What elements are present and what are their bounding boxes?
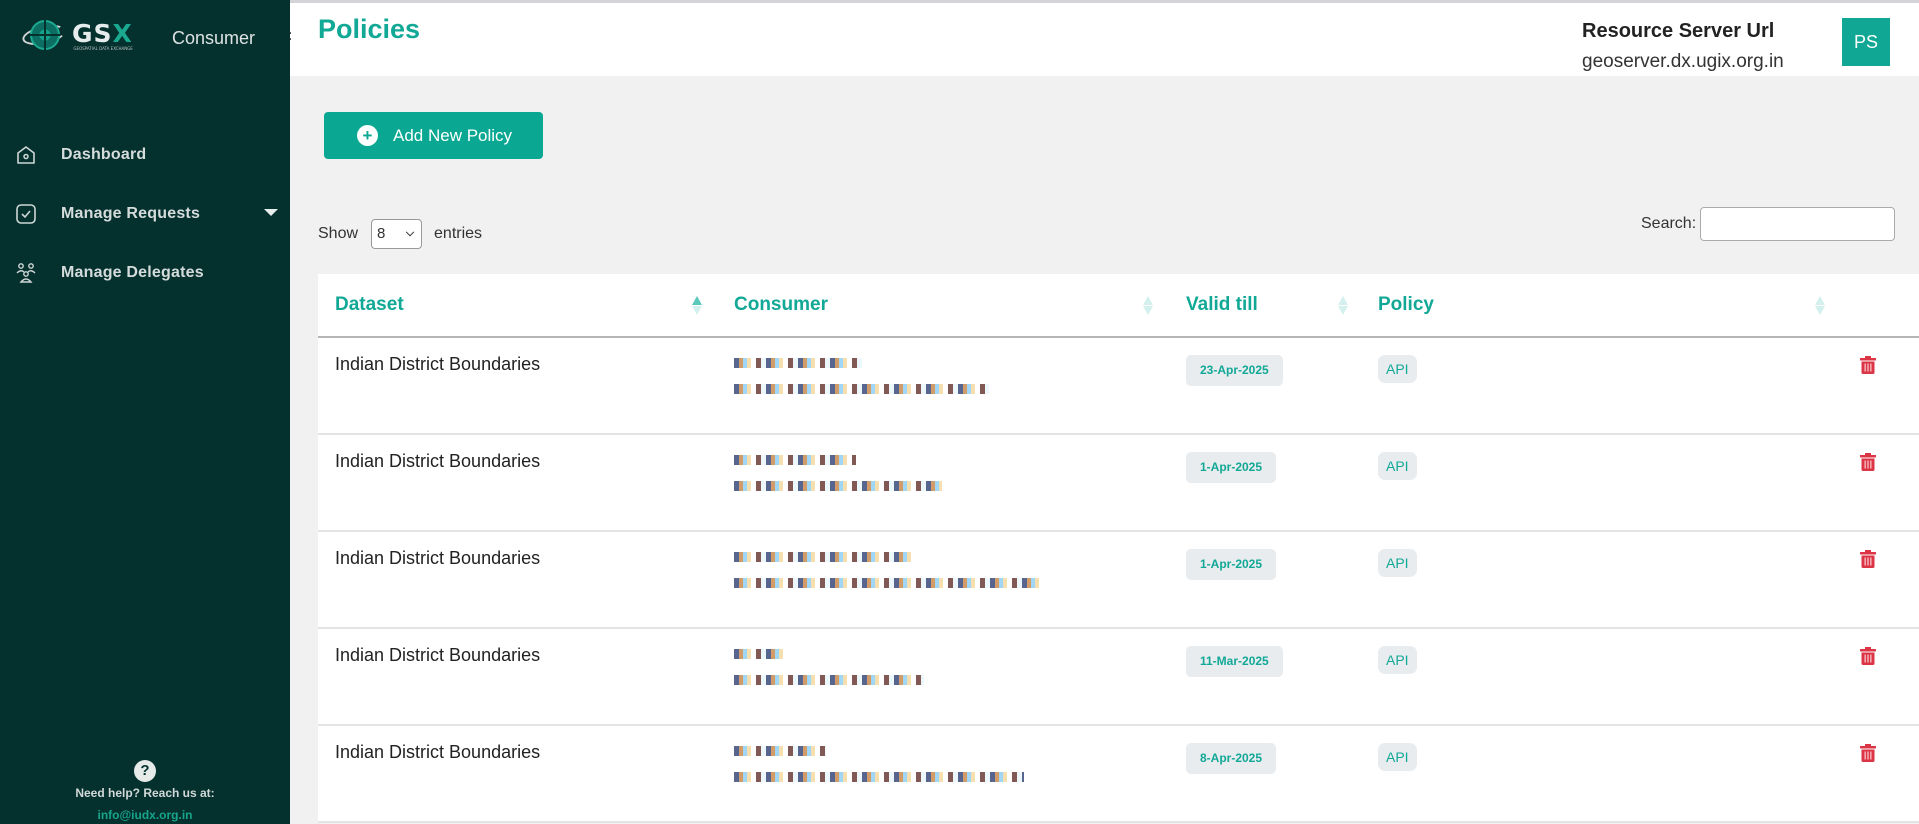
role-label: Consumer [172,28,256,48]
delete-icon[interactable] [1860,647,1876,665]
delete-icon[interactable] [1860,550,1876,568]
resource-server-url: geoserver.dx.ugix.org.in [1582,51,1784,72]
chevron-down-icon [405,227,415,237]
sort-asc-icon [692,296,702,316]
entries-select[interactable]: 8 [371,219,423,249]
valid-till-badge: 1-Apr-2025 [1186,452,1277,483]
policy-badge: API [1378,452,1417,480]
brand-logo[interactable]: GSX Geospatial Data Exchange [20,18,133,54]
column-header-policy[interactable]: Policy [1365,274,1830,336]
home-icon [14,143,38,167]
sidebar-item-label: Manage Requests [61,204,201,222]
valid-till-badge: 8-Apr-2025 [1186,743,1277,774]
dataset-cell: Indian District Boundaries [335,548,541,568]
consumer-cell-redacted [718,629,1170,724]
column-header-consumer[interactable]: Consumer [718,274,1170,336]
entries-length-control: Show 8 entries [318,219,482,249]
consumer-cell-redacted [718,532,1170,627]
sort-icon [1338,296,1348,316]
help-email-link[interactable]: info@iudx.org.in [0,808,290,822]
policy-badge: API [1378,549,1417,577]
valid-till-badge: 11-Mar-2025 [1186,646,1283,677]
dataset-cell: Indian District Boundaries [335,354,541,374]
entries-value: 8 [377,225,386,242]
globe-logo-icon [20,18,68,54]
delete-icon[interactable] [1860,356,1876,374]
sort-icon [1815,296,1825,316]
sort-icon [1143,296,1153,316]
valid-till-badge: 1-Apr-2025 [1186,549,1277,580]
sidebar-item-manage-requests[interactable]: Manage Requests [0,184,290,243]
add-new-policy-label: Add New Policy [393,125,513,145]
help-section: ? Need help? Reach us at: info@iudx.org.… [0,760,290,822]
sidebar-item-label: Manage Delegates [61,263,204,281]
checkbox-icon [14,202,38,226]
table-header: Dataset Consumer Valid till Policy [318,274,1919,338]
table-row: Indian District Boundaries 11-Mar-2025 A… [318,629,1919,726]
users-group-icon [14,261,38,285]
top-header: · · Policies Resource Server Url geoserve… [288,0,1919,76]
logo-subtext: Geospatial Data Exchange [73,45,133,51]
plus-circle-icon: + [357,125,378,146]
logo-text: GSX [72,18,133,48]
table-row: Indian District Boundaries 8-Apr-2025 AP… [318,726,1919,823]
policy-badge: API [1378,646,1417,674]
consumer-cell-redacted [718,435,1170,530]
policies-table: Dataset Consumer Valid till Policy India… [318,274,1919,823]
column-header-valid-till[interactable]: Valid till [1170,274,1365,336]
page-title: Policies [318,14,421,44]
add-new-policy-button[interactable]: + Add New Policy [324,112,543,159]
dataset-cell: Indian District Boundaries [335,742,541,762]
sidebar-item-manage-delegates[interactable]: Manage Delegates [0,243,290,302]
delete-icon[interactable] [1860,453,1876,471]
search-label: Search: [1641,215,1697,232]
table-row: Indian District Boundaries 1-Apr-2025 AP… [318,435,1919,532]
question-icon: ? [134,760,156,782]
sidebar-item-label: Dashboard [61,145,147,163]
column-header-dataset[interactable]: Dataset [318,274,718,336]
delete-icon[interactable] [1860,744,1876,762]
dataset-cell: Indian District Boundaries [335,451,541,471]
user-avatar[interactable]: PS [1842,18,1890,66]
table-search: Search: [1641,207,1896,241]
policy-badge: API [1378,355,1417,383]
resource-server-info: Resource Server Url geoserver.dx.ugix.or… [1582,20,1784,73]
consumer-cell-redacted [718,726,1170,821]
table-row: Indian District Boundaries 1-Apr-2025 AP… [318,532,1919,629]
dataset-cell: Indian District Boundaries [335,645,541,665]
consumer-cell-redacted [718,338,1170,433]
resource-server-label: Resource Server Url [1582,20,1775,42]
valid-till-badge: 23-Apr-2025 [1186,355,1283,386]
caret-down-icon[interactable] [264,209,278,216]
sidebar-item-dashboard[interactable]: Dashboard [0,125,290,184]
table-row: Indian District Boundaries 23-Apr-2025 A… [318,338,1919,435]
help-text: Need help? Reach us at: [75,786,215,800]
search-input[interactable] [1700,207,1896,241]
sidebar: GSX Geospatial Data Exchange Consumer Da… [0,0,290,824]
entries-label: entries [434,225,483,242]
show-label: Show [318,225,359,242]
table-body: Indian District Boundaries 23-Apr-2025 A… [318,338,1919,823]
policy-badge: API [1378,743,1417,771]
sidebar-nav: Dashboard Manage Requests Manage Delegat… [0,125,290,302]
sidebar-toggle-icon[interactable]: · · [288,27,292,47]
